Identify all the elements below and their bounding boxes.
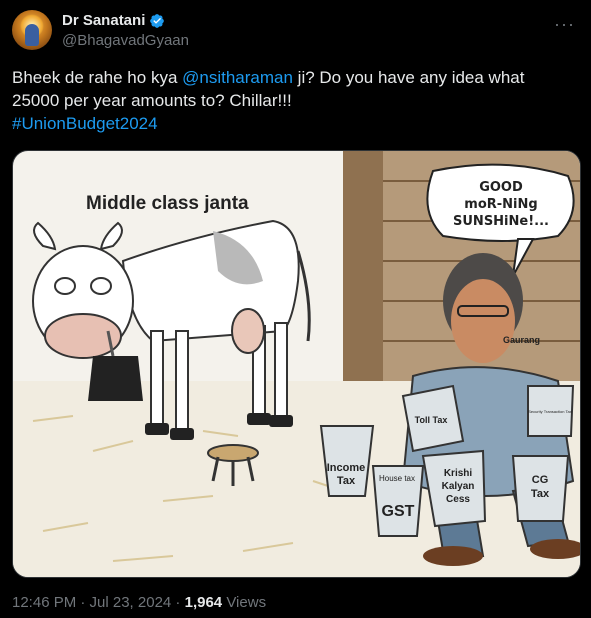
barn-post <box>343 151 383 411</box>
views-label: Views <box>222 594 267 611</box>
views-count: 1,964 <box>184 594 223 611</box>
cow-bell <box>88 356 143 401</box>
verified-badge-icon <box>150 13 165 28</box>
bucket-income-2: Tax <box>337 475 356 487</box>
more-options-icon[interactable]: ··· <box>554 14 575 35</box>
bucket-krishi-3: Cess <box>446 494 470 505</box>
speech-line-1: GOOD <box>479 180 523 195</box>
author-handle[interactable]: @BhagavadGyaan <box>62 32 189 49</box>
author-name-row: Dr Sanatani <box>62 12 165 29</box>
cow-eye-right <box>90 277 112 295</box>
bucket-toll: Toll Tax <box>415 415 448 425</box>
cow-udder <box>231 308 265 354</box>
milking-stool <box>207 444 259 462</box>
bucket-income-1: Income <box>327 462 366 474</box>
author-name[interactable]: Dr Sanatani <box>62 12 145 29</box>
timestamp[interactable]: 12:46 PM · Jul 23, 2024 · <box>12 594 185 611</box>
artist-signature: Gaurang <box>503 335 540 345</box>
cartoon-caption: Middle class janta <box>86 193 249 214</box>
speech-line-2: moR-NiNg <box>464 197 537 212</box>
cow-horn-right <box>99 221 123 251</box>
bucket-cg-1: CG <box>532 474 549 486</box>
tweet-header: Dr Sanatani @BhagavadGyaan ··· <box>12 10 579 54</box>
tweet-footer: 12:46 PM · Jul 23, 2024 · 1,964 Views <box>12 594 266 611</box>
bucket-house: House tax <box>379 474 415 483</box>
cow-body <box>121 219 300 343</box>
bucket-krishi-1: Krishi <box>444 468 473 479</box>
mention-link[interactable]: @nsitharaman <box>182 68 293 87</box>
avatar-figure <box>25 24 39 46</box>
cow-horn-left <box>33 221 57 251</box>
bucket-security: Security Transaction Tax <box>528 409 572 414</box>
cartoon-illustration: Middle class janta GOOD moR-NiNg SUNSHiN… <box>13 151 580 577</box>
bucket-gst: GST <box>382 503 415 520</box>
speech-line-3: SUNSHiNe!... <box>453 214 549 229</box>
hashtag-link[interactable]: #UnionBudget2024 <box>12 114 158 133</box>
cow-eye-left <box>54 277 76 295</box>
bucket-cg-2: Tax <box>531 488 550 500</box>
tweet-text: Bheek de rahe ho kya @nsitharaman ji? Do… <box>12 66 572 135</box>
figure-boot-left <box>423 546 483 566</box>
tweet-text-prefix: Bheek de rahe ho kya <box>12 68 183 87</box>
tweet-image[interactable]: Middle class janta GOOD moR-NiNg SUNSHiN… <box>12 150 581 578</box>
bucket-krishi-2: Kalyan <box>442 481 475 492</box>
avatar[interactable] <box>12 10 52 50</box>
figure-face <box>451 279 515 363</box>
